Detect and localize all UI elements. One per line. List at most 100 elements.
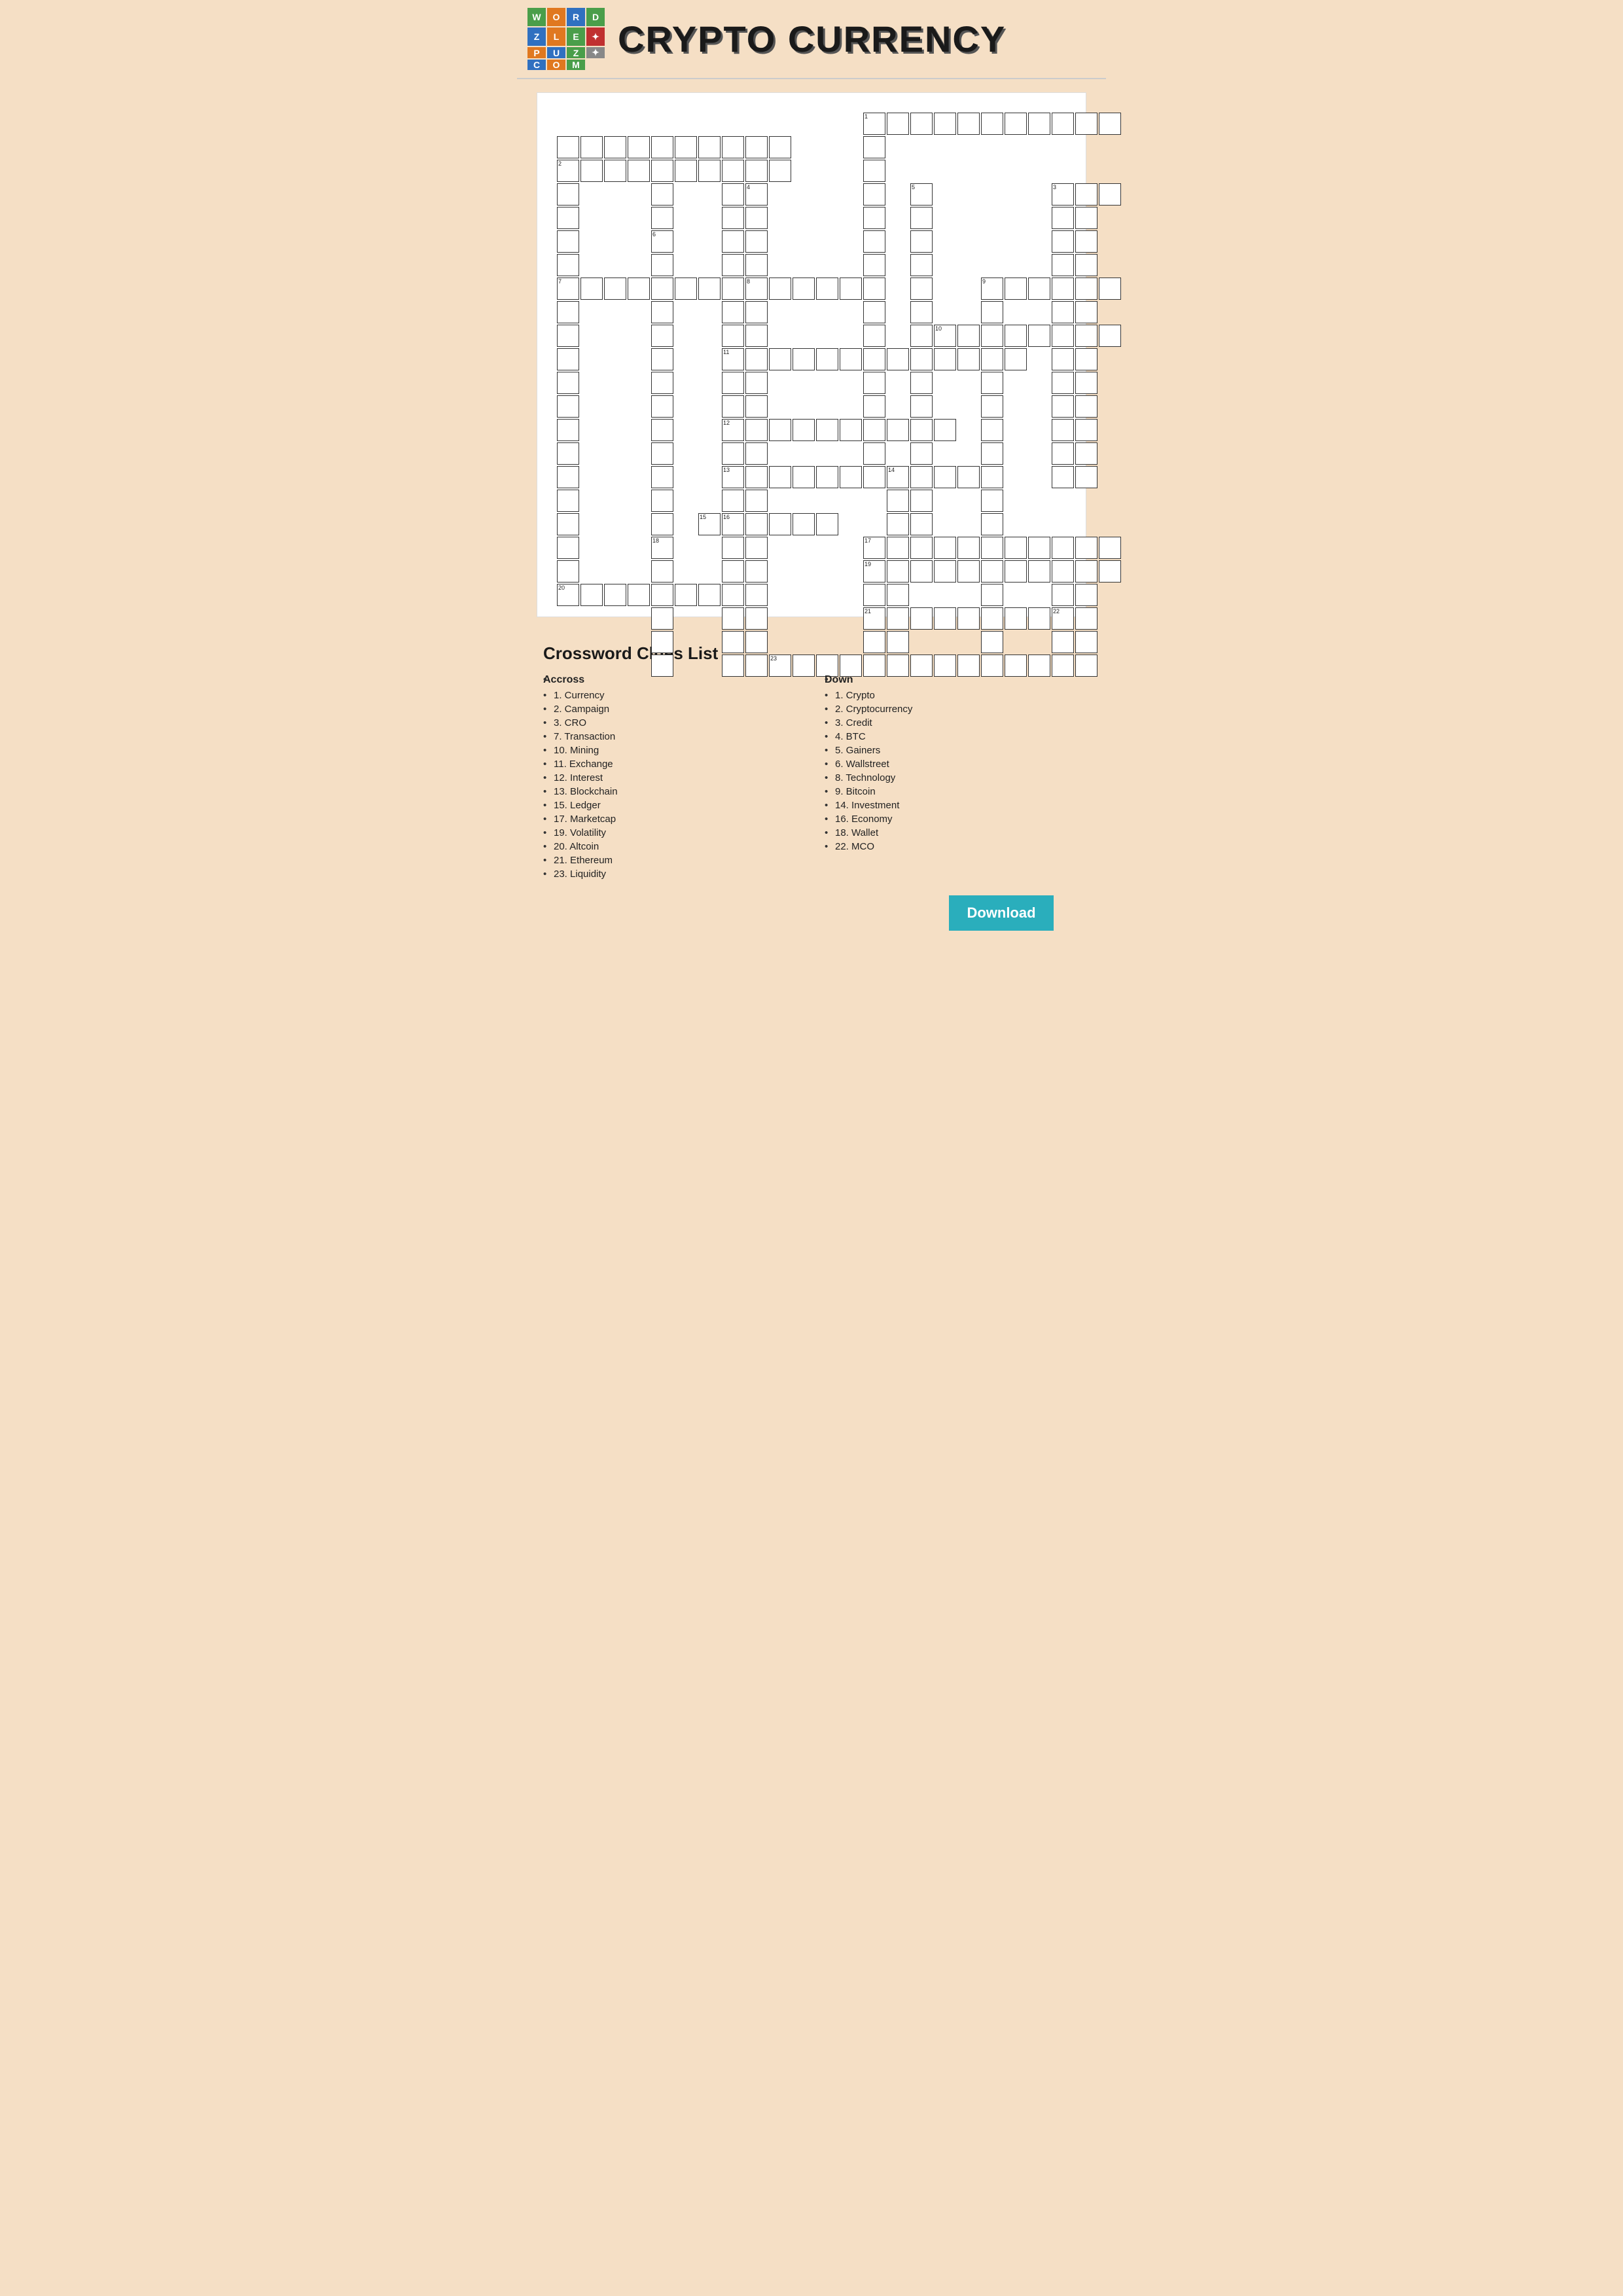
- crossword-cell: [934, 348, 956, 370]
- crossword-cell: [1028, 113, 1050, 135]
- crossword-grid: /* Helper to position cells */ // We'll …: [550, 106, 1100, 603]
- crossword-cell: [557, 301, 579, 323]
- crossword-cell: 7: [557, 278, 579, 300]
- crossword-cell: [910, 655, 933, 677]
- crossword-cell: [934, 466, 956, 488]
- crossword-cell: [1099, 183, 1121, 206]
- crossword-cell: [651, 301, 673, 323]
- crossword-cell: [1075, 325, 1097, 347]
- crossword-cell: [1028, 278, 1050, 300]
- crossword-cell: [628, 160, 650, 182]
- crossword-cell: [957, 348, 980, 370]
- crossword-cell: [981, 419, 1003, 441]
- crossword-cell: [793, 513, 815, 535]
- clue-item: 12. Interest: [543, 772, 798, 783]
- crossword-cell: [1075, 607, 1097, 630]
- crossword-cell: [745, 160, 768, 182]
- logo-cell: O: [547, 60, 565, 70]
- crossword-cell: 10: [934, 325, 956, 347]
- crossword-cell: [1075, 372, 1097, 394]
- crossword-cell: [863, 160, 885, 182]
- crossword-cell: [628, 136, 650, 158]
- clue-item: 20. Altcoin: [543, 841, 798, 852]
- crossword-cell: [745, 584, 768, 606]
- crossword-cell: [557, 136, 579, 158]
- crossword-cell: [580, 136, 603, 158]
- crossword-cell: 17: [863, 537, 885, 559]
- crossword-cell: [651, 560, 673, 583]
- clue-item: 18. Wallet: [825, 827, 1080, 838]
- crossword-cell: [1099, 537, 1121, 559]
- clues-columns: Accross 1. Currency 2. Campaign 3. CRO 7…: [543, 674, 1080, 882]
- crossword-cell: [557, 513, 579, 535]
- crossword-cell: [557, 442, 579, 465]
- crossword-cell: [910, 254, 933, 276]
- crossword-cell: [934, 655, 956, 677]
- crossword-cell: [1052, 655, 1074, 677]
- crossword-cell: [604, 584, 626, 606]
- crossword-cell: [698, 584, 721, 606]
- logo-cell: P: [527, 47, 546, 58]
- crossword-cell: [1028, 325, 1050, 347]
- crossword-cell: [557, 466, 579, 488]
- crossword-cell: [863, 230, 885, 253]
- crossword-cell: 15: [698, 513, 721, 535]
- crossword-cell: [887, 607, 909, 630]
- crossword-cell: [769, 466, 791, 488]
- crossword-cell: [722, 183, 744, 206]
- crossword-cell: [722, 490, 744, 512]
- crossword-cell: [1075, 113, 1097, 135]
- crossword-cell: [840, 655, 862, 677]
- crossword-cell: [745, 230, 768, 253]
- crossword-cell: [769, 136, 791, 158]
- crossword-cell: [557, 372, 579, 394]
- crossword-cell: [981, 372, 1003, 394]
- crossword-cell: [957, 560, 980, 583]
- clue-item: 13. Blockchain: [543, 786, 798, 797]
- header: W O R D Z L E ✦ P U Z ✦ C O M CRYPTO CUR…: [517, 0, 1106, 79]
- logo-cell: M: [567, 60, 585, 70]
- crossword-cell: [863, 254, 885, 276]
- crossword-cell: [1075, 278, 1097, 300]
- crossword-cell: [816, 655, 838, 677]
- crossword-cell: [557, 419, 579, 441]
- crossword-cell: [934, 537, 956, 559]
- crossword-cell: [580, 160, 603, 182]
- crossword-cell: [981, 490, 1003, 512]
- crossword-cell: [651, 136, 673, 158]
- crossword-cell: [981, 442, 1003, 465]
- download-button[interactable]: Download: [949, 895, 1054, 931]
- crossword-cell: [722, 136, 744, 158]
- crossword-cell: [910, 230, 933, 253]
- crossword-cell: [887, 584, 909, 606]
- crossword-cell: [1005, 537, 1027, 559]
- crossword-cell: [557, 325, 579, 347]
- clue-item: 1. Currency: [543, 690, 798, 701]
- crossword-cell: [981, 325, 1003, 347]
- across-header: Accross: [543, 674, 798, 686]
- across-clues-column: Accross 1. Currency 2. Campaign 3. CRO 7…: [543, 674, 798, 882]
- crossword-cell: [557, 395, 579, 418]
- crossword-cell: [745, 631, 768, 653]
- crossword-cell: [887, 655, 909, 677]
- crossword-cell: [887, 490, 909, 512]
- crossword-cell: [1052, 631, 1074, 653]
- crossword-cell: [698, 136, 721, 158]
- crossword-cell: [1075, 207, 1097, 229]
- crossword-cell: [722, 607, 744, 630]
- clue-item: 5. Gainers: [825, 745, 1080, 756]
- crossword-cell: [745, 655, 768, 677]
- crossword-cell: [698, 278, 721, 300]
- crossword-cell: [722, 372, 744, 394]
- crossword-cell: [1075, 419, 1097, 441]
- crossword-cell: [887, 537, 909, 559]
- crossword-cell: [1052, 278, 1074, 300]
- crossword-cell: [769, 278, 791, 300]
- crossword-cell: 22: [1052, 607, 1074, 630]
- crossword-cell: [1099, 325, 1121, 347]
- crossword-cell: [1075, 230, 1097, 253]
- crossword-cell: [863, 631, 885, 653]
- across-clues-list: Accross 1. Currency 2. Campaign 3. CRO 7…: [543, 674, 798, 880]
- logo-cell: Z: [527, 27, 546, 46]
- crossword-cell: [793, 419, 815, 441]
